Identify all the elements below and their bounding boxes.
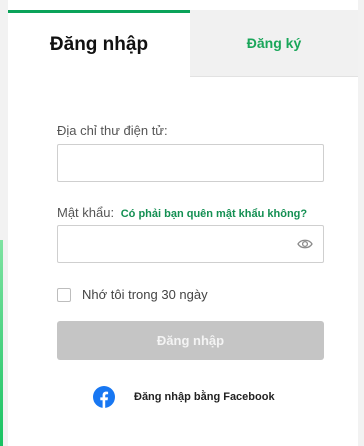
facebook-login-button[interactable]: Đăng nhập bằng Facebook xyxy=(93,386,275,408)
remember-label: Nhớ tôi trong 30 ngày xyxy=(82,287,208,302)
login-button[interactable]: Đăng nhập xyxy=(57,321,324,360)
email-label: Địa chỉ thư điện tử: xyxy=(57,123,168,138)
remember-me[interactable]: Nhớ tôi trong 30 ngày xyxy=(57,287,208,302)
password-label: Mật khẩu: xyxy=(57,205,115,220)
auth-tabs: Đăng nhập Đăng ký xyxy=(8,0,358,77)
eye-icon[interactable] xyxy=(297,237,313,251)
forgot-password-link[interactable]: Có phải bạn quên mật khẩu không? xyxy=(121,208,307,220)
facebook-icon xyxy=(93,386,115,408)
tab-login[interactable]: Đăng nhập xyxy=(8,10,190,77)
login-card: Đăng nhập Đăng ký Địa chỉ thư điện tử: M… xyxy=(8,0,358,446)
email-field[interactable] xyxy=(57,144,324,182)
remember-checkbox[interactable] xyxy=(57,287,71,302)
facebook-login-label: Đăng nhập bằng Facebook xyxy=(134,391,275,403)
tab-register[interactable]: Đăng ký xyxy=(190,10,358,77)
password-field[interactable] xyxy=(57,225,324,263)
password-label-row: Mật khẩu: Có phải bạn quên mật khẩu khôn… xyxy=(57,205,307,220)
side-accent-strip xyxy=(0,240,3,446)
